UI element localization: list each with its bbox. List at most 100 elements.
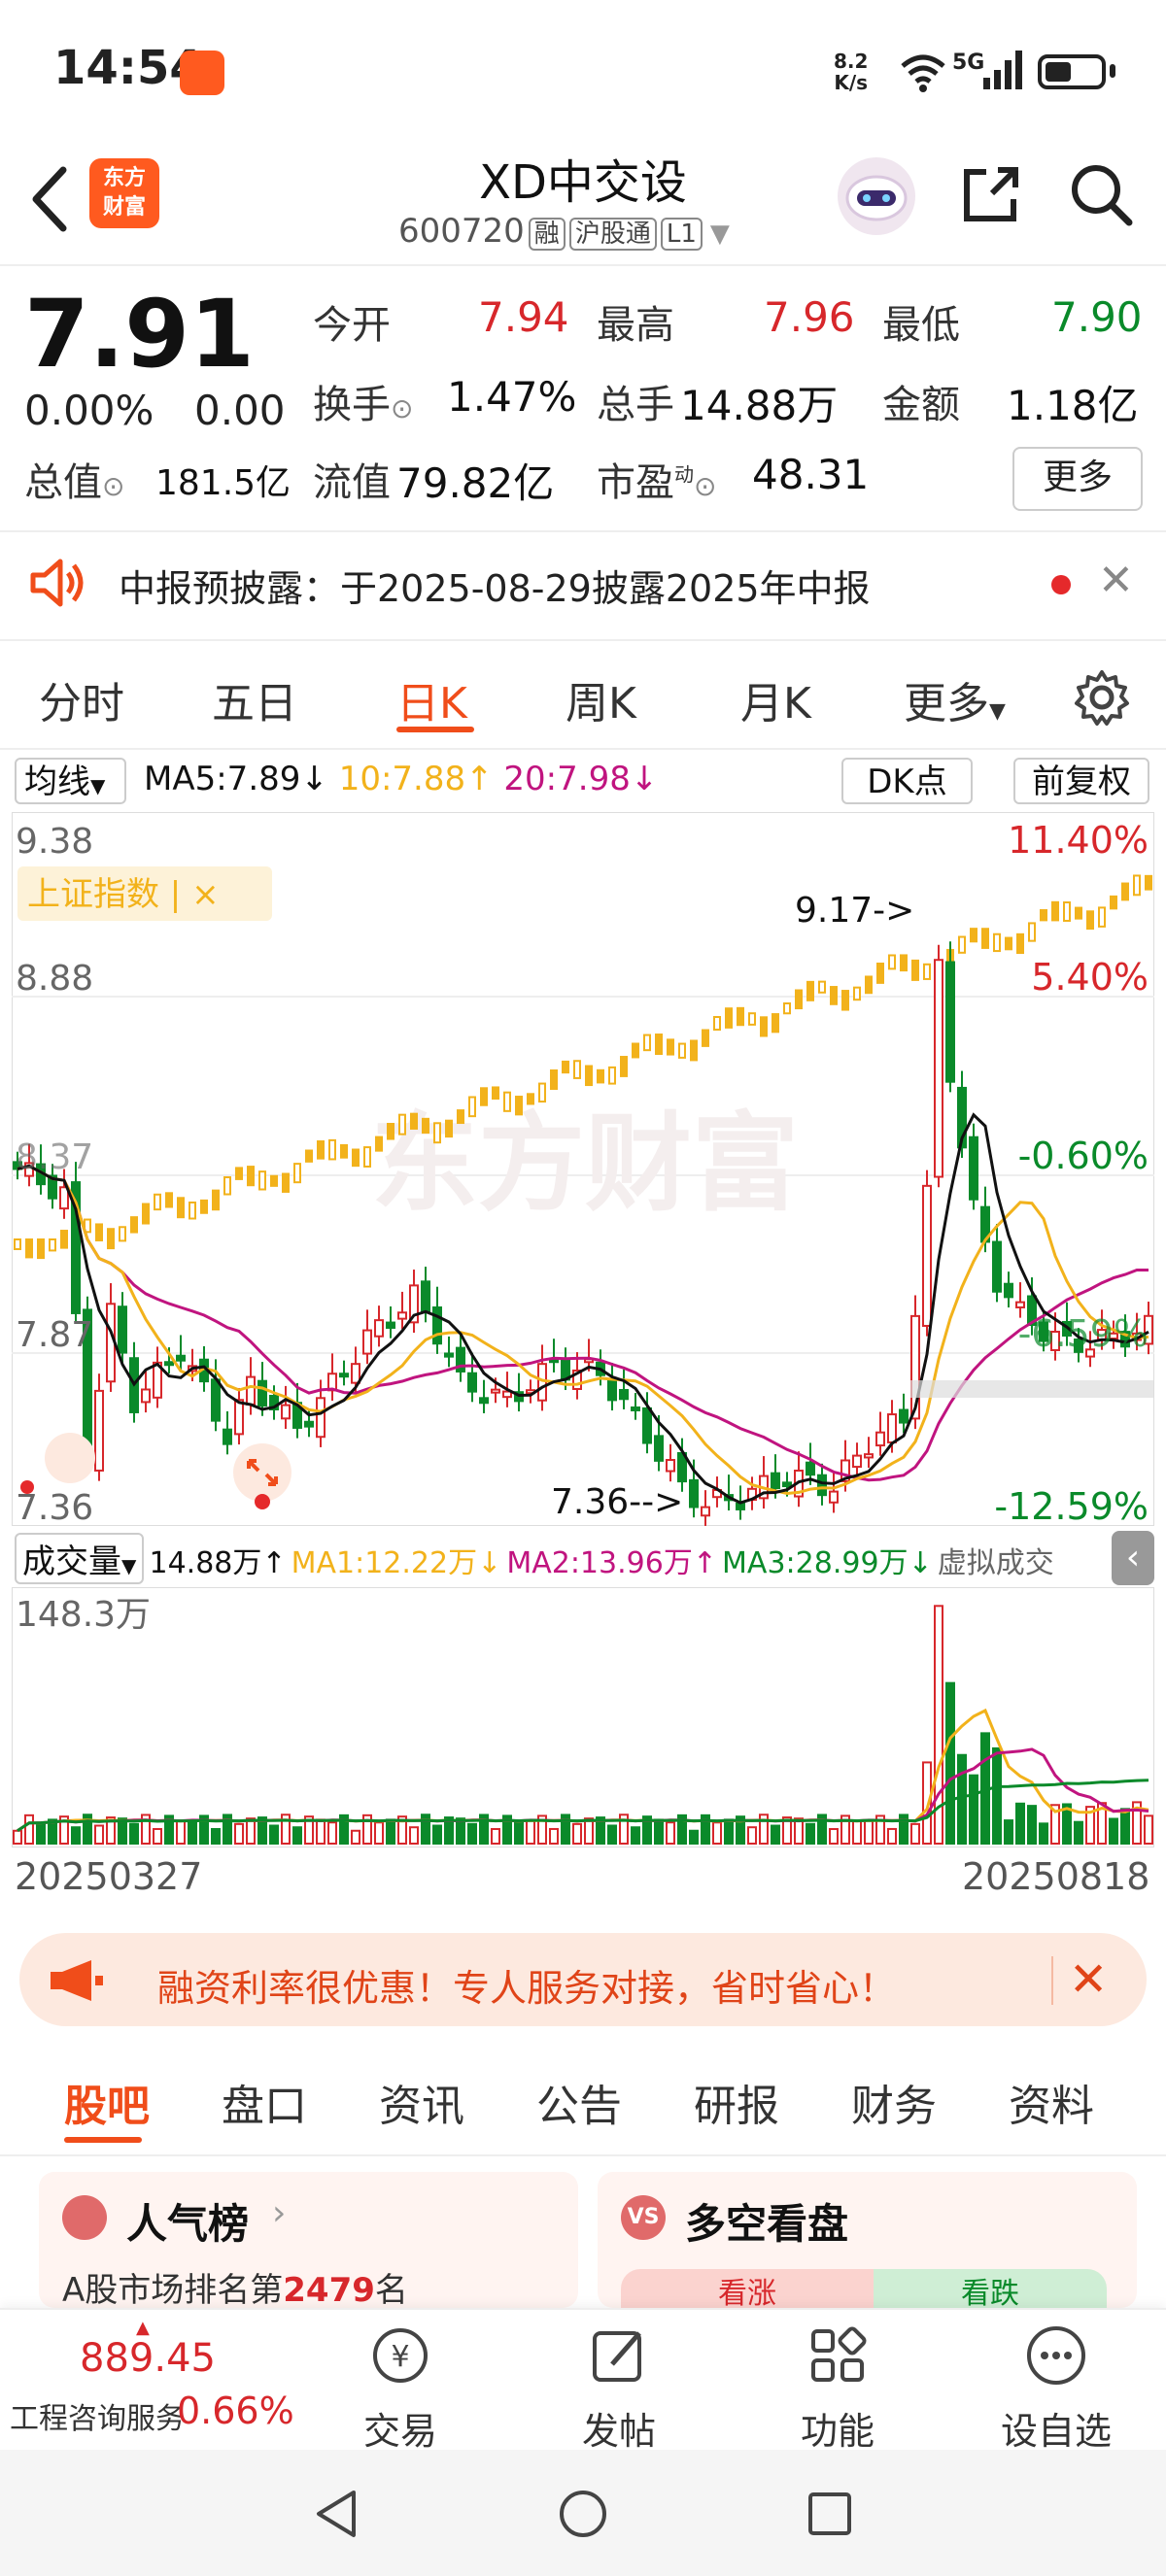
- bull-button[interactable]: 看涨: [621, 2269, 874, 2311]
- tab-intraday[interactable]: 分时: [39, 668, 124, 730]
- index-candle: [328, 1138, 336, 1161]
- index-candle: [503, 1091, 511, 1112]
- subtab-finance[interactable]: 财务: [851, 2071, 937, 2133]
- nav-post[interactable]: 发帖: [561, 2401, 677, 2455]
- index-candle: [468, 1096, 476, 1118]
- app-logo[interactable]: 东方 财富: [89, 158, 159, 228]
- candle-body: [642, 1407, 652, 1444]
- close-icon[interactable]: ✕: [1098, 556, 1134, 605]
- tab-monthly-k[interactable]: 月K: [740, 668, 811, 730]
- candle-body: [782, 1481, 792, 1488]
- nav-home-icon[interactable]: [556, 2487, 610, 2541]
- nav-recents-icon[interactable]: [803, 2487, 857, 2541]
- ma-values: MA5:7.89↓ 10:7.88↑ 20:7.98↓: [144, 760, 658, 798]
- index-candle: [748, 1012, 756, 1026]
- volume-select[interactable]: 成交量▼: [15, 1533, 145, 1584]
- nav-trade[interactable]: 交易: [342, 2401, 459, 2455]
- nav-add-watchlist[interactable]: 设自选: [998, 2401, 1115, 2455]
- trade-icon[interactable]: ¥: [342, 2322, 459, 2393]
- subtab-forum[interactable]: 股吧: [64, 2071, 150, 2133]
- assistant-robot-icon[interactable]: [838, 157, 915, 235]
- volume-bar: [374, 1821, 384, 1846]
- volume-value: 14.88万: [680, 382, 839, 429]
- bear-button[interactable]: 看跌: [874, 2269, 1107, 2311]
- candle-body: [444, 1352, 454, 1358]
- bull-bear-card[interactable]: VS 多空看盘 看涨 看跌: [598, 2172, 1137, 2311]
- apps-icon[interactable]: [779, 2322, 896, 2393]
- volume-bar: [584, 1817, 594, 1845]
- edit-icon[interactable]: [561, 2322, 677, 2393]
- volume-header: 成交量▼ 14.88万↑ MA1:12.22万↓ MA2:13.96万↑ MA3…: [15, 1533, 1166, 1626]
- index-candle: [305, 1149, 313, 1163]
- back-arrow-icon[interactable]: [24, 160, 73, 238]
- nav-functions[interactable]: 功能: [779, 2401, 896, 2455]
- candlestick-chart[interactable]: 东方财富 9.38 8.88 8.37 7.87 7.36 11.40% 5.4…: [12, 812, 1154, 1526]
- index-candle: [165, 1192, 173, 1208]
- index-candle: [177, 1197, 185, 1219]
- volume-bar: [211, 1827, 221, 1845]
- wifi-icon: [901, 54, 945, 92]
- subtab-profile[interactable]: 资料: [1009, 2071, 1094, 2133]
- more-quote-button[interactable]: 更多: [1012, 447, 1143, 511]
- index-candle: [1098, 906, 1106, 928]
- more-icon[interactable]: [998, 2322, 1115, 2393]
- candle-body: [887, 1413, 897, 1443]
- index-candle: [119, 1226, 126, 1242]
- subtab-announcements[interactable]: 公告: [536, 2071, 622, 2133]
- index-candle: [445, 1119, 453, 1138]
- index-candle: [527, 1093, 534, 1105]
- collapse-panel-button[interactable]: ‹: [1112, 1531, 1154, 1585]
- index-candle: [573, 1060, 581, 1079]
- sector-index-value[interactable]: 889.45: [80, 2336, 216, 2381]
- popularity-card[interactable]: 人气榜 › A股市场排名第2479名: [39, 2172, 578, 2310]
- promo-text[interactable]: 融资利率很优惠！专人服务对接，省时省心！: [157, 1958, 896, 2012]
- tab-daily-k[interactable]: 日K: [396, 668, 467, 730]
- volume-bar: [1074, 1820, 1083, 1845]
- float-label: 流值: [313, 460, 391, 505]
- index-candle: [352, 1148, 360, 1168]
- volume-bar: [747, 1826, 757, 1845]
- sector-index-name[interactable]: 工程咨询服务: [10, 2394, 185, 2437]
- index-candle: [620, 1056, 628, 1077]
- nav-back-icon[interactable]: [309, 2487, 363, 2541]
- index-candle: [398, 1113, 406, 1135]
- tab-five-day[interactable]: 五日: [212, 668, 297, 730]
- subtab-orderbook[interactable]: 盘口: [222, 2071, 307, 2133]
- candle-body: [689, 1478, 699, 1508]
- sector-index-pct[interactable]: 0.66%: [177, 2390, 294, 2432]
- close-icon[interactable]: ✕: [1069, 1952, 1108, 2007]
- dk-point-button[interactable]: DK点: [841, 758, 973, 804]
- volume-bar: [654, 1818, 664, 1845]
- candle-body: [281, 1404, 291, 1420]
- tab-more[interactable]: 更多▼: [904, 668, 1006, 730]
- candle-body: [141, 1388, 151, 1404]
- tab-weekly-k[interactable]: 周K: [566, 668, 636, 730]
- adjust-price-button[interactable]: 前复权: [1013, 758, 1149, 804]
- volume-bar: [36, 1821, 46, 1846]
- index-candle: [853, 986, 861, 1001]
- notice-text[interactable]: 中报预披露：于2025-08-29披露2025年中报: [119, 559, 871, 612]
- ma20-value: 20:7.98↓: [503, 760, 659, 798]
- volume-bar: [409, 1826, 419, 1846]
- indicator-select[interactable]: 均线▼: [15, 758, 126, 804]
- candle-body: [1004, 1282, 1013, 1299]
- share-icon[interactable]: [957, 160, 1025, 228]
- candle-body: [969, 1135, 978, 1201]
- index-candle: [678, 1042, 686, 1059]
- candle-body: [223, 1428, 232, 1445]
- stock-code-row[interactable]: 600720 融沪股通 L1 ▼: [398, 212, 730, 251]
- index-candle: [1133, 874, 1141, 897]
- mktcap-value: 181.5亿: [155, 463, 292, 503]
- volume-bar: [549, 1827, 559, 1846]
- subtab-research[interactable]: 研报: [694, 2071, 779, 2133]
- subtab-news[interactable]: 资讯: [379, 2071, 464, 2133]
- tag-level: L1: [660, 218, 703, 251]
- info-icon: ⊙: [391, 392, 414, 424]
- volume-chart[interactable]: 148.3万: [12, 1587, 1154, 1847]
- index-candle: [562, 1060, 569, 1074]
- gear-icon[interactable]: [1073, 668, 1131, 727]
- bull-bear-title: 多空看盘: [685, 2200, 849, 2248]
- volume-bar: [316, 1818, 326, 1846]
- index-candle: [538, 1082, 546, 1103]
- search-icon[interactable]: [1067, 160, 1135, 228]
